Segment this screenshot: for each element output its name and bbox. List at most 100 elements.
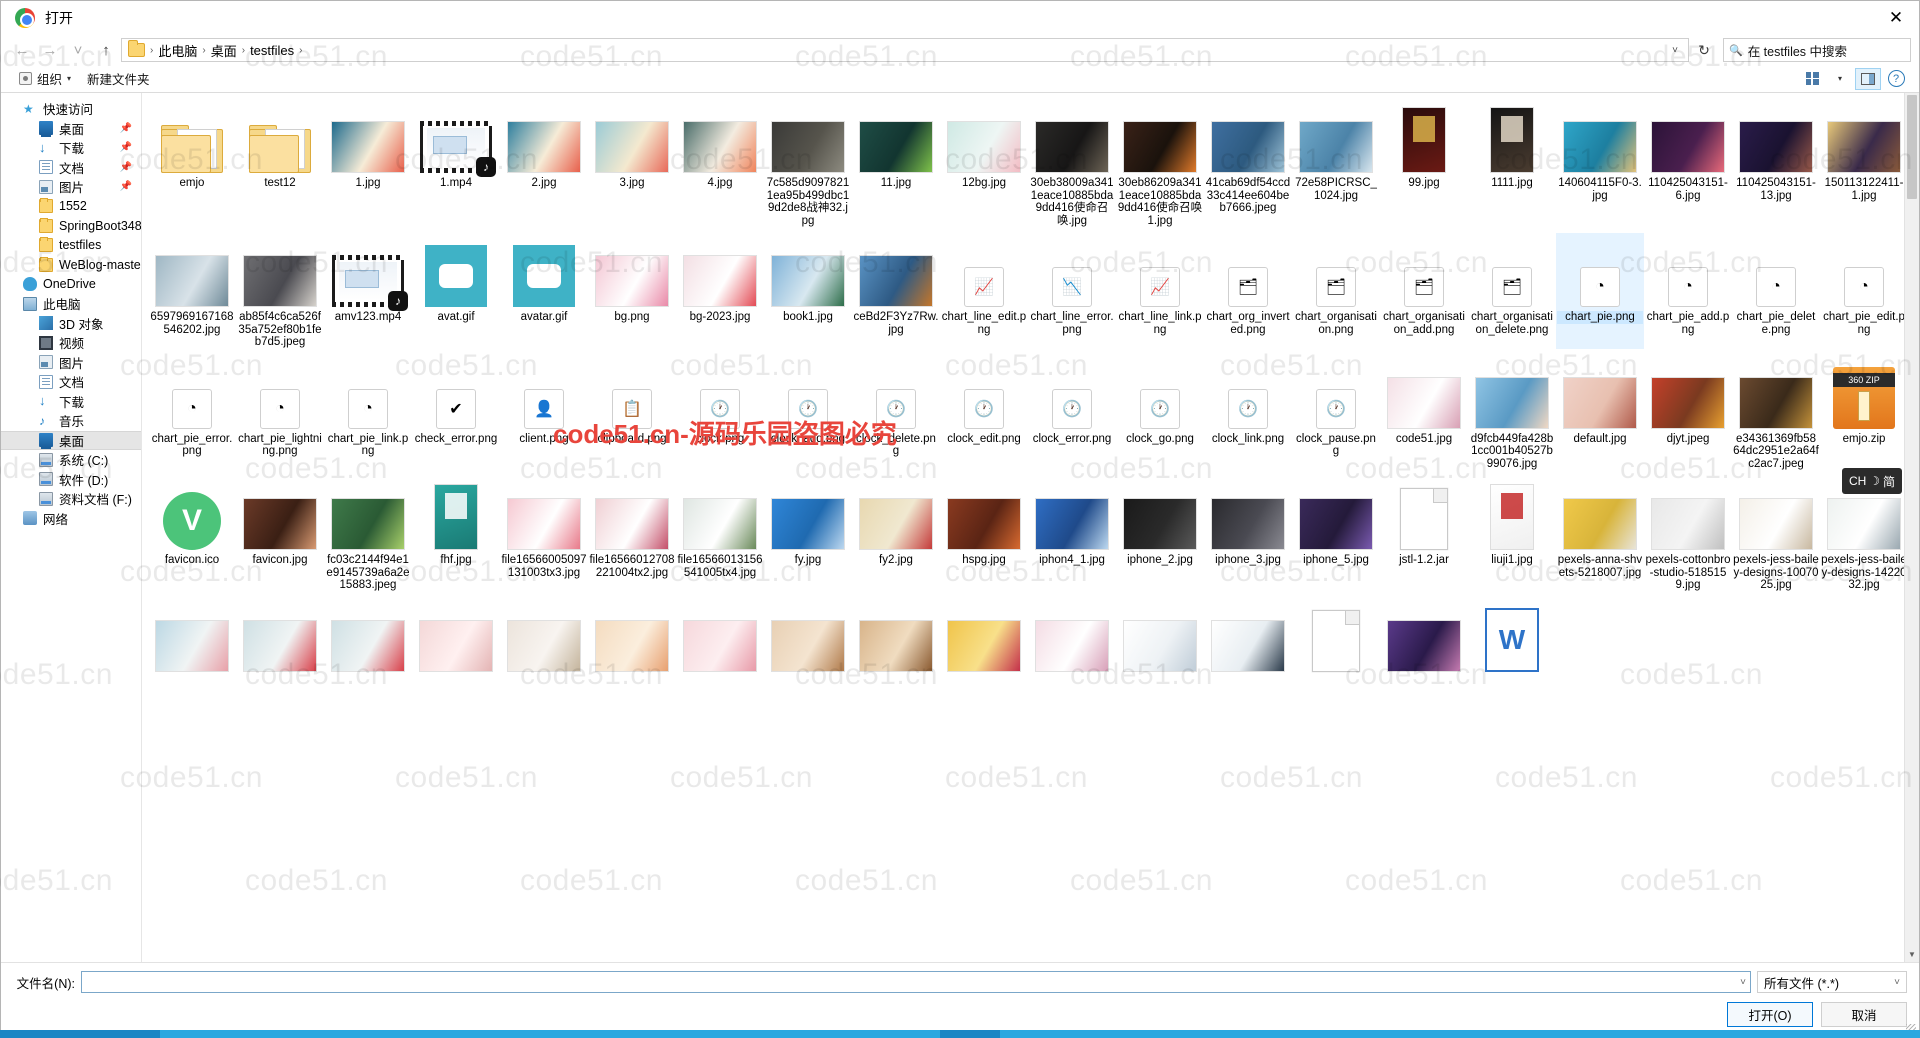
file-item[interactable]: bg-2023.jpg bbox=[676, 233, 764, 349]
file-item[interactable]: 4.jpg bbox=[676, 99, 764, 227]
file-item[interactable]: W bbox=[1468, 598, 1556, 676]
file-item[interactable]: emjo bbox=[148, 99, 236, 227]
file-item[interactable]: 🕐 clock_edit.png bbox=[940, 355, 1028, 471]
sidebar-item-9[interactable]: OneDrive bbox=[1, 275, 141, 295]
sidebar-item-12[interactable]: 视频 bbox=[1, 333, 141, 353]
file-list-view[interactable]: emjo test12 1.jpg ♪ 1.mp4 2.jpg 3.jpg 4.jpg 7c58… bbox=[141, 93, 1919, 962]
file-item[interactable]: iphone_5.jpg bbox=[1292, 476, 1380, 592]
file-item[interactable]: jstl-1.2.jar bbox=[1380, 476, 1468, 592]
file-item[interactable]: d9fcb449fa428b1cc001b40527b99076.jpg bbox=[1468, 355, 1556, 471]
sidebar-item-16[interactable]: ♪ 音乐 bbox=[1, 411, 141, 431]
sidebar-item-20[interactable]: 资料文档 (F:) bbox=[1, 489, 141, 509]
file-item[interactable] bbox=[852, 598, 940, 676]
file-item[interactable]: 📈 chart_line_link.png bbox=[1116, 233, 1204, 349]
recent-locations-button[interactable]: ˅ bbox=[65, 38, 91, 62]
file-item[interactable] bbox=[1380, 598, 1468, 676]
change-view-button[interactable] bbox=[1799, 68, 1825, 90]
sidebar-item-0[interactable]: ★ 快速访问 bbox=[1, 99, 141, 119]
file-item[interactable]: ◔ chart_pie_add.png bbox=[1644, 233, 1732, 349]
file-item[interactable]: avatar.gif bbox=[500, 233, 588, 349]
file-item[interactable]: ceBd2F3Yz7Rw.jpg bbox=[852, 233, 940, 349]
file-item[interactable] bbox=[412, 598, 500, 676]
file-item[interactable]: ◔ chart_pie_error.png bbox=[148, 355, 236, 471]
file-item[interactable]: fy.jpg bbox=[764, 476, 852, 592]
file-item[interactable]: 📋 clipboard.png bbox=[588, 355, 676, 471]
file-item[interactable]: 1111.jpg bbox=[1468, 99, 1556, 227]
sidebar-item-17[interactable]: 桌面 bbox=[1, 430, 141, 450]
file-item[interactable] bbox=[940, 598, 1028, 676]
file-item[interactable]: 150113122411-1.jpg bbox=[1820, 99, 1908, 227]
open-button[interactable]: 打开(O) bbox=[1727, 1002, 1813, 1027]
file-item[interactable] bbox=[1028, 598, 1116, 676]
sidebar-item-1[interactable]: 桌面 📌 bbox=[1, 119, 141, 139]
file-item[interactable]: 11.jpg bbox=[852, 99, 940, 227]
file-item[interactable]: 🗂 chart_organisation_delete.png bbox=[1468, 233, 1556, 349]
file-item[interactable]: 📉 chart_line_error.png bbox=[1028, 233, 1116, 349]
file-item[interactable]: 140604115F0-3.jpg bbox=[1556, 99, 1644, 227]
filename-input[interactable]: ˅ bbox=[81, 971, 1751, 993]
file-item[interactable]: 7c585d90978211ea95b499dbc19d2de8战神32.jpg bbox=[764, 99, 852, 227]
sidebar-item-7[interactable]: testfiles bbox=[1, 236, 141, 256]
file-item[interactable]: file16566013156541005tx4.jpg bbox=[676, 476, 764, 592]
file-item[interactable] bbox=[1204, 598, 1292, 676]
file-item[interactable]: 📈 chart_line_edit.png bbox=[940, 233, 1028, 349]
file-item[interactable]: fhf.jpg bbox=[412, 476, 500, 592]
file-item[interactable]: file16566012708221004tx2.jpg bbox=[588, 476, 676, 592]
forward-button[interactable]: → bbox=[37, 38, 63, 62]
file-item[interactable]: 360 ZIP emjo.zip bbox=[1820, 355, 1908, 471]
file-item[interactable] bbox=[236, 598, 324, 676]
sidebar-item-19[interactable]: 软件 (D:) bbox=[1, 470, 141, 490]
breadcrumb[interactable]: › 此电脑 › 桌面 › testfiles › ˅ bbox=[121, 38, 1689, 62]
file-item[interactable]: 🗂 chart_org_inverted.png bbox=[1204, 233, 1292, 349]
file-item[interactable]: pexels-jess-bailey-designs-1007025.jpg bbox=[1732, 476, 1820, 592]
file-item[interactable]: ◔ chart_pie_link.png bbox=[324, 355, 412, 471]
sidebar-item-15[interactable]: ↓ 下载 bbox=[1, 392, 141, 412]
pin-icon[interactable]: 📌 bbox=[120, 181, 132, 192]
sidebar-item-6[interactable]: SpringBoot348 bbox=[1, 216, 141, 236]
sidebar-item-5[interactable]: 1552 bbox=[1, 197, 141, 217]
file-item[interactable]: 2.jpg bbox=[500, 99, 588, 227]
file-item[interactable]: 🗂 chart_organisation_add.png bbox=[1380, 233, 1468, 349]
file-item[interactable]: 6597969167168546202.jpg bbox=[148, 233, 236, 349]
file-item[interactable]: ♪ 1.mp4 bbox=[412, 99, 500, 227]
file-item[interactable]: pexels-cottonbro-studio-5185159.jpg bbox=[1644, 476, 1732, 592]
file-item[interactable]: 🕐 clock_pause.png bbox=[1292, 355, 1380, 471]
file-item[interactable]: ◔ chart_pie_lightning.png bbox=[236, 355, 324, 471]
file-item[interactable]: 30eb38009a3411eace10885bda9dd416使命召唤.jpg bbox=[1028, 99, 1116, 227]
breadcrumb-this-pc[interactable]: 此电脑 bbox=[154, 41, 201, 60]
file-item[interactable]: file16566005097131003tx3.jpg bbox=[500, 476, 588, 592]
file-item[interactable] bbox=[324, 598, 412, 676]
file-item[interactable] bbox=[588, 598, 676, 676]
vertical-scrollbar[interactable]: ▲ ▼ bbox=[1904, 93, 1919, 962]
file-item[interactable]: 🗂 chart_organisation.png bbox=[1292, 233, 1380, 349]
file-item[interactable]: ab85f4c6ca526f35a752ef80b1feb7d5.jpeg bbox=[236, 233, 324, 349]
sidebar-item-14[interactable]: 文档 bbox=[1, 372, 141, 392]
file-item[interactable]: favicon.jpg bbox=[236, 476, 324, 592]
file-item[interactable]: 12bg.jpg bbox=[940, 99, 1028, 227]
file-item[interactable]: 99.jpg bbox=[1380, 99, 1468, 227]
sidebar-item-3[interactable]: 文档 📌 bbox=[1, 158, 141, 178]
file-item[interactable]: 30eb86209a3411eace10885bda9dd416使命召唤1.jp… bbox=[1116, 99, 1204, 227]
file-item[interactable]: ♪ amv123.mp4 bbox=[324, 233, 412, 349]
organize-button[interactable]: 组织 ▾ bbox=[11, 66, 79, 91]
file-item[interactable]: 3.jpg bbox=[588, 99, 676, 227]
file-item[interactable]: 🕐 clock.png bbox=[676, 355, 764, 471]
file-item[interactable]: 🕐 clock_link.png bbox=[1204, 355, 1292, 471]
file-item[interactable]: fc03c2144f94e1e9145739a6a2e15883.jpeg bbox=[324, 476, 412, 592]
file-type-select[interactable]: 所有文件 (*.*) ˅ bbox=[1757, 971, 1907, 993]
file-item[interactable]: iphone_2.jpg bbox=[1116, 476, 1204, 592]
file-item[interactable]: Vfavicon.ico bbox=[148, 476, 236, 592]
view-dropdown-button[interactable]: ▾ bbox=[1827, 68, 1853, 90]
file-item[interactable]: 🕐 clock_delete.png bbox=[852, 355, 940, 471]
file-item[interactable]: ◔ chart_pie_delete.png bbox=[1732, 233, 1820, 349]
file-item[interactable]: 110425043151-6.jpg bbox=[1644, 99, 1732, 227]
file-item[interactable]: ◔ chart_pie_edit.png bbox=[1820, 233, 1908, 349]
scrollbar-thumb[interactable] bbox=[1907, 95, 1917, 199]
search-input[interactable]: 🔍 在 testfiles 中搜索 bbox=[1723, 38, 1911, 62]
file-item[interactable]: ✔ check_error.png bbox=[412, 355, 500, 471]
preview-pane-button[interactable] bbox=[1855, 67, 1881, 90]
file-item[interactable]: 🕐 clock_go.png bbox=[1116, 355, 1204, 471]
sidebar-item-18[interactable]: 系统 (C:) bbox=[1, 450, 141, 470]
file-item[interactable]: 🕐 clock_add.png bbox=[764, 355, 852, 471]
sidebar-item-8[interactable]: WeBlog-master bbox=[1, 255, 141, 275]
